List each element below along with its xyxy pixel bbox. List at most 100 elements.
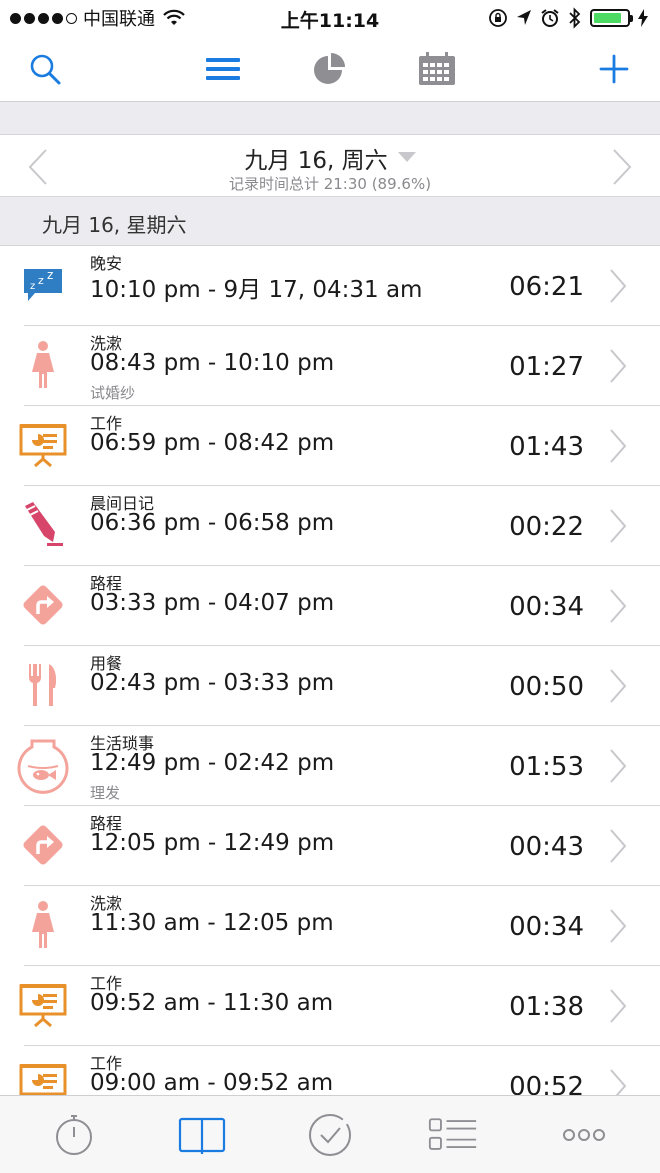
tab-goals[interactable]	[305, 1110, 355, 1160]
status-bar: 中国联通 上午11:14	[0, 0, 660, 36]
calendar-button[interactable]	[414, 46, 460, 92]
entry-time-range: 06:59 pm - 08:42 pm	[90, 430, 335, 456]
chevron-right-icon	[610, 989, 627, 1023]
entry-duration: 00:50	[509, 672, 584, 702]
presentation-board-icon	[14, 1056, 72, 1095]
entry-time-range: 12:05 pm - 12:49 pm	[90, 830, 335, 856]
list-item[interactable]: 工作 09:52 am - 11:30 am 01:38	[0, 966, 660, 1046]
chevron-right-icon	[610, 349, 627, 383]
list-icon	[206, 58, 240, 80]
svg-text:z: z	[47, 268, 53, 282]
chevron-right-icon	[610, 589, 627, 623]
chevron-right-icon	[610, 509, 627, 543]
entry-duration: 00:43	[509, 832, 584, 862]
section-header-text: 九月 16, 星期六	[42, 213, 187, 237]
list-item[interactable]: 洗漱 08:43 pm - 10:10 pm 试婚纱 01:27	[0, 326, 660, 406]
entry-duration: 00:34	[509, 592, 584, 622]
list-item[interactable]: 洗漱 11:30 am - 12:05 pm 00:34	[0, 886, 660, 966]
rotation-lock-icon	[489, 9, 507, 27]
chevron-right-icon	[610, 829, 627, 863]
chevron-right-icon	[610, 429, 627, 463]
tab-more[interactable]	[559, 1110, 609, 1160]
more-icon	[563, 1129, 605, 1141]
list-item[interactable]: 晨间日记 06:36 pm - 06:58 pm 00:22	[0, 486, 660, 566]
woman-icon	[14, 336, 72, 394]
top-toolbar	[0, 36, 660, 102]
list-item[interactable]: 用餐 02:43 pm - 03:33 pm 00:50	[0, 646, 660, 726]
list-item[interactable]: 工作 06:59 pm - 08:42 pm 01:43	[0, 406, 660, 486]
calendar-icon	[419, 52, 455, 85]
entry-duration: 00:22	[509, 512, 584, 542]
presentation-board-icon	[14, 416, 72, 474]
chevron-right-icon	[610, 269, 627, 303]
road-sign-icon	[14, 816, 72, 874]
entry-time-range: 06:36 pm - 06:58 pm	[90, 510, 335, 536]
entry-time-range: 08:43 pm - 10:10 pm	[90, 350, 335, 376]
entry-time-range: 09:52 am - 11:30 am	[90, 990, 334, 1016]
toolbar-spacer	[0, 102, 660, 135]
tab-bar	[0, 1095, 660, 1173]
charging-bolt-icon	[638, 9, 648, 27]
add-entry-button[interactable]	[591, 46, 637, 92]
list-item[interactable]: 生活琐事 12:49 pm - 02:42 pm 理发 01:53	[0, 726, 660, 806]
list-item[interactable]: 路程 12:05 pm - 12:49 pm 00:43	[0, 806, 660, 886]
chevron-right-icon	[610, 1069, 627, 1095]
section-header: 九月 16, 星期六	[0, 197, 660, 246]
pie-chart-icon	[314, 53, 345, 84]
entry-duration: 00:52	[509, 1072, 584, 1095]
pencil-icon	[14, 496, 72, 554]
fork-knife-icon	[14, 656, 72, 714]
entry-duration: 00:34	[509, 912, 584, 942]
entry-duration: 01:38	[509, 992, 584, 1022]
list-view-button[interactable]	[200, 46, 246, 92]
battery-icon	[590, 9, 633, 27]
entry-time-range: 12:49 pm - 02:42 pm	[90, 750, 335, 776]
chevron-right-icon	[610, 909, 627, 943]
chevron-right-icon	[610, 669, 627, 703]
stats-button[interactable]	[307, 46, 353, 92]
check-circle-icon	[309, 1114, 351, 1156]
svg-text:z: z	[30, 281, 35, 292]
checklist-icon	[428, 1118, 477, 1150]
alarm-icon	[541, 9, 559, 27]
list-item[interactable]: 路程 03:33 pm - 04:07 pm 00:34	[0, 566, 660, 646]
dropdown-caret-icon	[397, 152, 416, 162]
fishbowl-icon	[14, 736, 72, 794]
road-sign-icon	[14, 576, 72, 634]
entry-time-range: 09:00 am - 09:52 am	[90, 1070, 334, 1095]
chevron-right-icon	[610, 749, 627, 783]
tab-journal[interactable]	[177, 1110, 227, 1160]
location-icon	[517, 10, 531, 25]
entry-duration: 06:21	[509, 272, 584, 302]
entry-duration: 01:43	[509, 432, 584, 462]
woman-icon	[14, 896, 72, 954]
next-day-arrow-icon[interactable]	[608, 147, 638, 187]
search-icon	[30, 54, 61, 85]
search-button[interactable]	[22, 46, 68, 92]
entry-time-range: 02:43 pm - 03:33 pm	[90, 670, 335, 696]
date-title-text: 九月 16, 周六	[244, 148, 388, 174]
entry-time-range: 03:33 pm - 04:07 pm	[90, 590, 335, 616]
book-icon	[178, 1117, 226, 1154]
entry-list[interactable]: z z z 晚安 10:10 pm - 9月 17, 04:31 am 06:21 洗漱 08…	[0, 246, 660, 1095]
entry-duration: 01:27	[509, 352, 584, 382]
bluetooth-icon	[569, 7, 581, 29]
list-item[interactable]: 工作 09:00 am - 09:52 am 00:52	[0, 1046, 660, 1095]
entry-time-range: 10:10 pm - 9月 17, 04:31 am	[90, 277, 423, 303]
entry-note: 试婚纱	[90, 384, 136, 402]
list-item[interactable]: z z z 晚安 10:10 pm - 9月 17, 04:31 am 06:21	[0, 246, 660, 326]
entry-duration: 01:53	[509, 752, 584, 782]
entry-note: 理发	[90, 784, 121, 802]
stopwatch-icon	[56, 1115, 92, 1155]
plus-icon	[599, 54, 629, 84]
tab-categories[interactable]	[428, 1110, 478, 1160]
status-right	[488, 6, 648, 30]
svg-text:z: z	[38, 274, 44, 287]
recorded-total: 记录时间总计 21:30 (89.6%)	[228, 175, 432, 193]
date-picker-title[interactable]: 九月 16, 周六	[0, 141, 660, 175]
sleep-bubble-icon: zzz	[14, 256, 72, 314]
date-navigator: 九月 16, 周六 记录时间总计 21:30 (89.6%)	[0, 135, 660, 197]
tab-timer[interactable]	[49, 1110, 99, 1160]
presentation-board-icon	[14, 976, 72, 1034]
entry-time-range: 11:30 am - 12:05 pm	[90, 910, 334, 936]
